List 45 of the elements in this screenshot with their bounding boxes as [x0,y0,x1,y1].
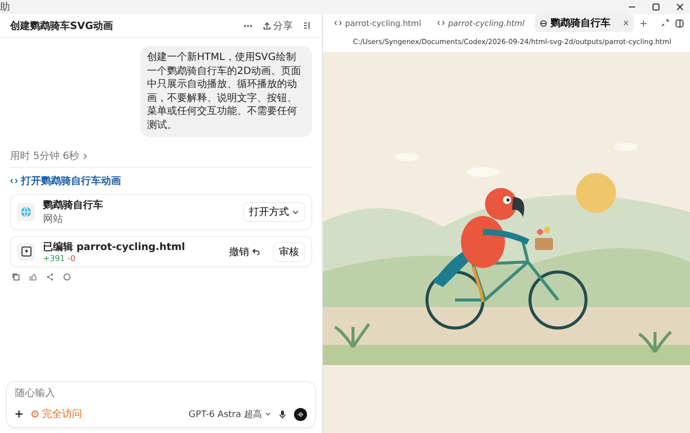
browser-tab[interactable]: 鹦鹉骑自行车 [535,14,634,32]
microphone-icon[interactable] [279,410,286,418]
chat-title: 创建鹦鹉骑车SVG动画 [10,19,114,32]
restore-icon[interactable] [652,3,660,11]
card-title: 已编辑 parrot-cycling.html [43,240,186,254]
thumbs-icon[interactable] [29,273,37,281]
code-icon [10,178,18,184]
browser-tab[interactable]: parrot-cycling.html [329,16,426,30]
copy-icon[interactable] [12,273,20,281]
expand-icon[interactable] [661,19,669,27]
sidebar-icon[interactable] [675,18,684,28]
deletions-count: -0 [68,254,76,263]
share-icon [263,22,271,30]
open-animation-link[interactable]: 打开鹦鹉骑自行车动画 [21,174,121,188]
more-icon[interactable] [243,24,253,28]
plant-drawing [334,322,370,348]
additions-count: +391 [43,254,65,263]
panel-toggle-icon[interactable] [303,21,312,30]
chevron-down-icon [292,210,299,214]
new-tab-icon[interactable] [640,20,648,26]
globe-icon [17,203,35,221]
card-title: 鹦鹉骑自行车 [43,198,104,212]
code-icon [437,20,446,26]
undo-icon [252,248,260,255]
elapsed-time[interactable]: 用时 5分钟 6秒 [10,149,80,163]
warning-icon [31,410,39,418]
voice-send-icon[interactable] [294,408,307,420]
globe-icon [540,20,548,26]
code-icon [334,20,342,26]
share-icon[interactable] [46,273,54,281]
file-edit-icon [17,242,35,260]
add-icon[interactable] [15,410,23,418]
review-button[interactable]: 审核 [273,242,305,262]
share-button[interactable]: 分享 [263,18,293,32]
menu-item[interactable]: 助 [0,0,10,14]
user-message: 创建一个新HTML，使用SVG绘制一个鹦鹉骑自行车的2D动画。页面中只展示自动播放、循环播放的动画，不要解释、说明文字、按钮、菜单或任何交互功能。不需要任何测试。 [140,46,312,137]
plant-drawing [638,330,672,354]
card-subtitle: 网站 [43,212,64,226]
model-selector[interactable]: GPT-6 Astra 超高 [188,408,271,420]
chevron-right-icon[interactable] [83,152,88,160]
browser-tab[interactable]: parrot-cycling.html [432,16,530,30]
open-with-dropdown[interactable]: 打开方式 [243,202,305,222]
chevron-down-icon [265,412,271,416]
sun-drawing [576,173,616,213]
close-icon[interactable] [676,3,684,11]
